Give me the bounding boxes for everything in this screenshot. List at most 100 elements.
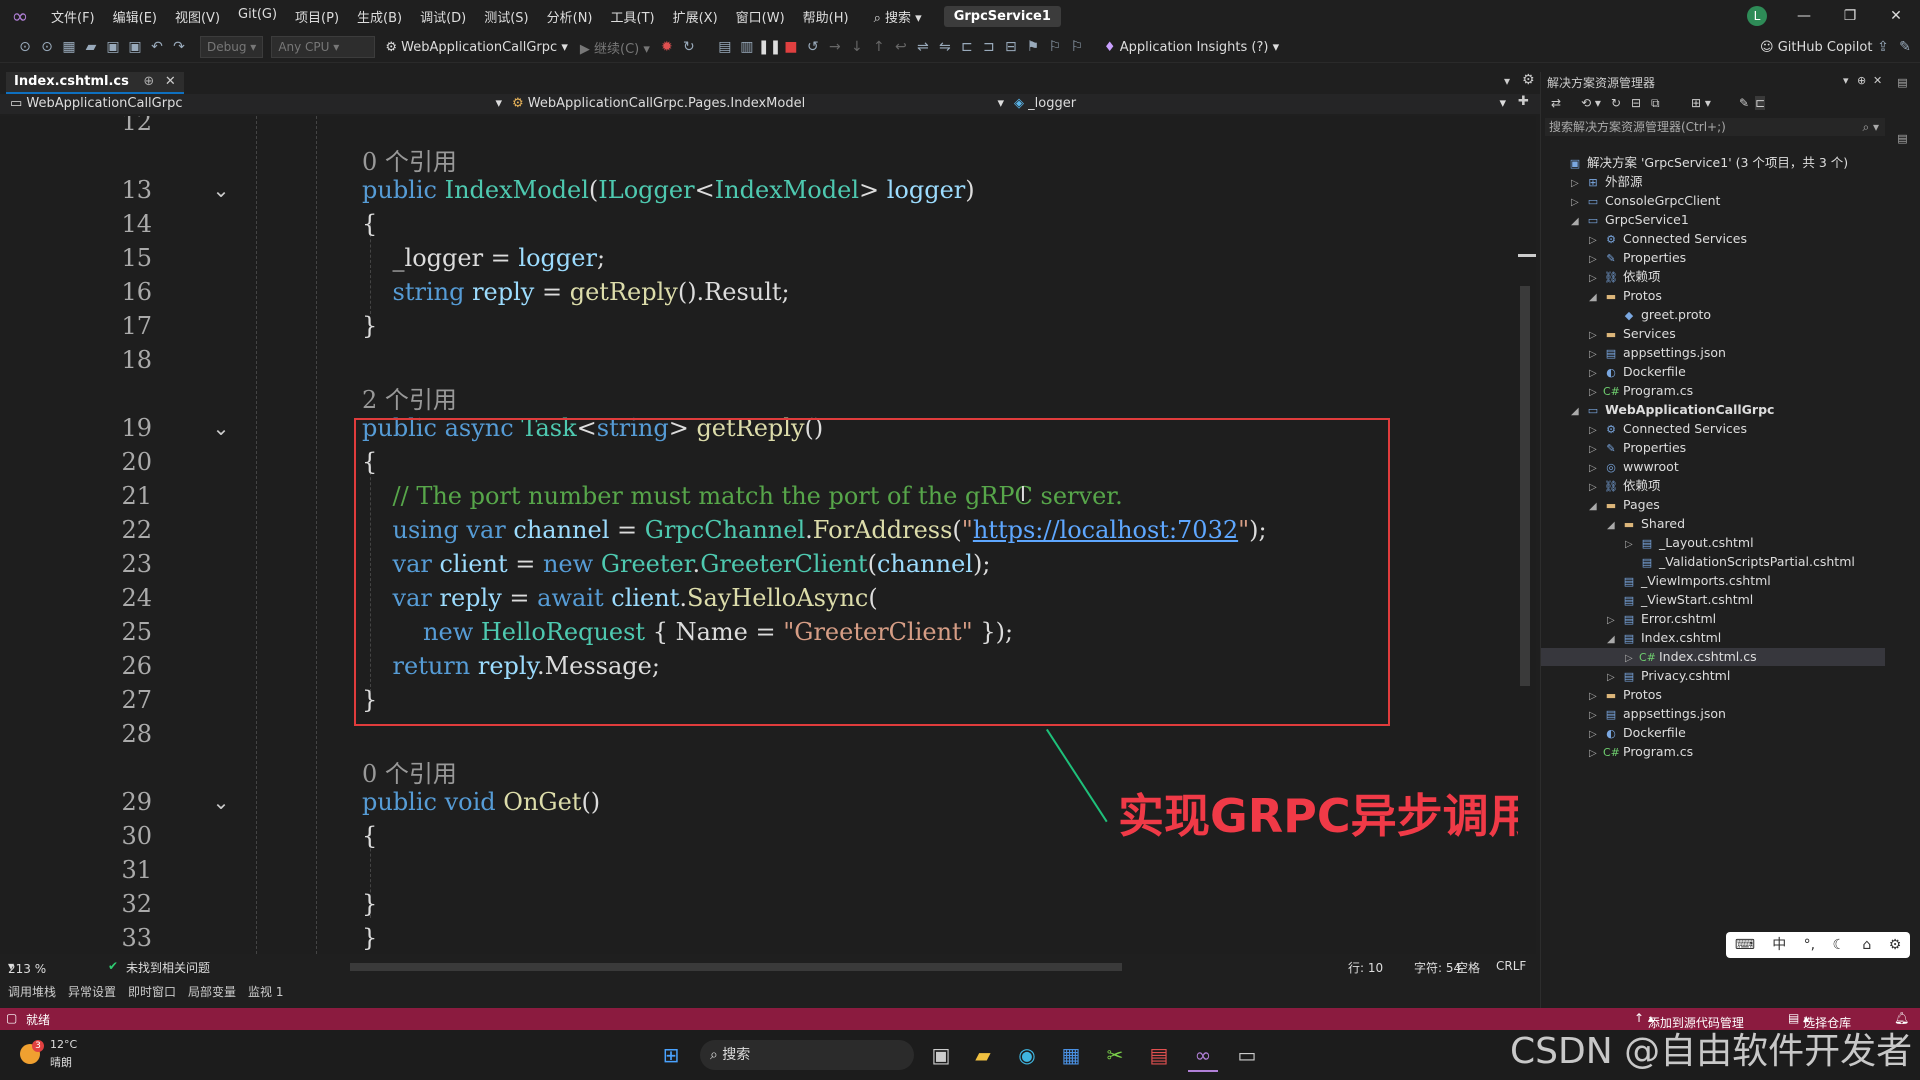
code-line[interactable]: 13 ⌄ public IndexModel(ILogger<IndexModel>… [0, 174, 1500, 208]
close-button[interactable]: ✕ [1876, 4, 1916, 28]
save-all-icon[interactable]: ▣ [124, 39, 146, 55]
close-tab-icon[interactable]: ✕ [165, 74, 176, 89]
collapsed-arrow-icon[interactable]: ▷ [1625, 536, 1639, 554]
new-project-icon[interactable]: ▦ [58, 39, 80, 55]
store-icon[interactable]: ▦ [1056, 1040, 1086, 1070]
configuration-select[interactable]: Debug ▾ [200, 36, 264, 58]
tree-item[interactable]: ▷ ▬ Protos [1541, 686, 1885, 704]
code-editor[interactable]: 12 0 个引用 13 ⌄ public IndexModel(ILogger<Inde… [0, 116, 1536, 954]
tree-item[interactable]: ◢ ▭ GrpcService1 [1541, 211, 1885, 229]
menu-item[interactable]: 扩展(X) [664, 7, 727, 26]
undo-icon[interactable]: ↶ [146, 39, 168, 55]
tree-item[interactable]: ◢ ▤ Index.cshtml [1541, 629, 1885, 647]
collapsed-arrow-icon[interactable]: ▷ [1589, 726, 1603, 744]
tree-item[interactable]: ▷ ◐ Dockerfile [1541, 363, 1885, 381]
visual-studio-taskbar-icon[interactable]: ∞ [1188, 1040, 1218, 1072]
collapsed-arrow-icon[interactable]: ▷ [1571, 194, 1585, 212]
expanded-arrow-icon[interactable]: ◢ [1589, 289, 1603, 307]
debug-tab[interactable]: 异常设置 [68, 983, 116, 1000]
class-dropdown[interactable]: ⚙ WebApplicationCallGrpc.Pages.IndexMode… [512, 94, 1008, 114]
share-icon[interactable]: ⇪ [1872, 39, 1894, 55]
pin-icon[interactable]: ⊕ [143, 74, 154, 89]
app-icon[interactable]: ▤ [1144, 1040, 1174, 1070]
refresh-icon[interactable]: ↻ [678, 39, 700, 55]
hot-reload-icon[interactable]: ✹ [656, 39, 678, 55]
tree-item[interactable]: ▷ C# Program.cs [1541, 743, 1885, 761]
close-panel-icon[interactable]: ✕ [1873, 74, 1882, 87]
expanded-arrow-icon[interactable]: ◢ [1571, 403, 1585, 421]
collapsed-arrow-icon[interactable]: ▷ [1589, 688, 1603, 706]
collapsed-arrow-icon[interactable]: ▷ [1589, 365, 1603, 383]
debug-tab[interactable]: 即时窗口 [128, 983, 176, 1000]
code-line[interactable]: 31 [0, 854, 1500, 888]
zoom-level[interactable]: 213 % ▾ [8, 959, 46, 976]
ime-settings-icon[interactable]: ⚙ [1889, 932, 1902, 958]
application-insights-button[interactable]: ♦ Application Insights (?) ▾ [1098, 40, 1285, 55]
tree-item[interactable]: ▷ C# Index.cshtml.cs [1541, 648, 1885, 666]
tree-item[interactable]: ▷ C# Program.cs [1541, 382, 1885, 400]
collapsed-arrow-icon[interactable]: ▷ [1589, 270, 1603, 288]
tree-item[interactable]: ▷ ▭ ConsoleGrpcClient [1541, 192, 1885, 210]
tree-item[interactable]: ▤ _ValidationScriptsPartial.cshtml [1541, 553, 1885, 571]
continue-button[interactable]: ▶ 继续(C) ▾ [574, 38, 656, 57]
tree-item[interactable]: ▷ ◎ wwwroot [1541, 458, 1885, 476]
collapsed-arrow-icon[interactable]: ▷ [1589, 251, 1603, 269]
menu-item[interactable]: 编辑(E) [104, 7, 166, 26]
tree-item[interactable]: ▷ ▬ Services [1541, 325, 1885, 343]
panel-menu-icon[interactable]: ▾ [1843, 74, 1849, 87]
tree-item[interactable]: ◢ ▬ Shared [1541, 515, 1885, 533]
fold-chevron-icon[interactable]: ⌄ [208, 178, 234, 202]
tree-item[interactable]: ▷ ◐ Dockerfile [1541, 724, 1885, 742]
bookmark-add-icon[interactable]: ⚑ [1022, 39, 1044, 55]
show-all-files-icon[interactable]: ⧉ [1651, 96, 1660, 111]
collapsed-arrow-icon[interactable]: ▷ [1589, 707, 1603, 725]
tree-item[interactable]: ▤ _ViewImports.cshtml [1541, 572, 1885, 590]
tree-item[interactable]: ▷ ⊞ 外部源 [1541, 173, 1885, 191]
whitespace-indicator[interactable]: 空格 [1456, 959, 1480, 976]
tab-settings-icon[interactable]: ⚙ [1522, 72, 1535, 88]
save-icon[interactable]: ▣ [102, 39, 124, 55]
redo-icon[interactable]: ↷ [168, 39, 190, 55]
pause-icon[interactable]: ❚❚ [758, 39, 781, 55]
tree-item[interactable]: ▷ ▤ _Layout.cshtml [1541, 534, 1885, 552]
step-into-icon[interactable]: ↓ [846, 39, 868, 55]
menu-item[interactable]: 测试(S) [475, 7, 537, 26]
reference-count[interactable]: 2 个引用 [362, 386, 457, 414]
expanded-arrow-icon[interactable]: ◢ [1607, 517, 1621, 535]
solution-explorer-search[interactable]: 搜索解决方案资源管理器(Ctrl+;) ⌕ ▾ [1545, 118, 1885, 136]
tab-overflow-icon[interactable]: ▾ [1504, 74, 1510, 88]
collapsed-arrow-icon[interactable]: ▷ [1607, 669, 1621, 687]
open-folder-icon[interactable]: ▰ [80, 39, 102, 55]
account-avatar[interactable]: L [1747, 6, 1767, 26]
menu-item[interactable]: 生成(B) [348, 7, 411, 26]
collapsed-arrow-icon[interactable]: ▷ [1589, 346, 1603, 364]
tree-item[interactable]: ▷ ▤ appsettings.json [1541, 705, 1885, 723]
tree-item[interactable]: ▷ ✎ Properties [1541, 439, 1885, 457]
code-line[interactable]: 17} [0, 310, 1500, 344]
collapsed-arrow-icon[interactable]: ▷ [1589, 460, 1603, 478]
output-icon[interactable]: ▢ [6, 1011, 17, 1025]
issues-indicator[interactable]: 未找到相关问题 [126, 959, 210, 976]
menu-item[interactable]: 调试(D) [411, 7, 475, 26]
ime-moon-icon[interactable]: ☾ [1832, 932, 1845, 958]
menu-item[interactable]: 项目(P) [286, 7, 348, 26]
collapsed-arrow-icon[interactable]: ▷ [1589, 422, 1603, 440]
code-line[interactable]: 18 [0, 344, 1500, 378]
forward-icon[interactable]: ⊙ [36, 39, 58, 55]
ime-keyboard-icon[interactable]: ⌨ [1735, 932, 1755, 958]
step-over-icon[interactable]: → [824, 39, 846, 55]
properties-tab[interactable]: ▤ [1896, 132, 1909, 145]
project-dropdown[interactable]: ▭ WebApplicationCallGrpc ▾ [10, 94, 506, 114]
global-search[interactable]: ⌕ 搜索 ▾ [866, 7, 930, 26]
expanded-arrow-icon[interactable]: ◢ [1571, 213, 1585, 231]
back-icon[interactable]: ⊙ [14, 39, 36, 55]
code-line[interactable]: 12 [0, 116, 1500, 140]
tree-item[interactable]: ◆ greet.proto [1541, 306, 1885, 324]
collapsed-arrow-icon[interactable]: ▷ [1625, 650, 1639, 668]
vertical-scrollbar[interactable] [1518, 116, 1536, 954]
edge-browser-icon[interactable]: ◉ [1012, 1040, 1042, 1070]
tree-item[interactable]: ◢ ▬ Protos [1541, 287, 1885, 305]
line-number-indicator[interactable]: 行: 10 [1348, 959, 1383, 976]
visual-studio-logo-icon[interactable]: ∞ [8, 4, 32, 28]
line-ending-indicator[interactable]: CRLF [1496, 959, 1526, 973]
